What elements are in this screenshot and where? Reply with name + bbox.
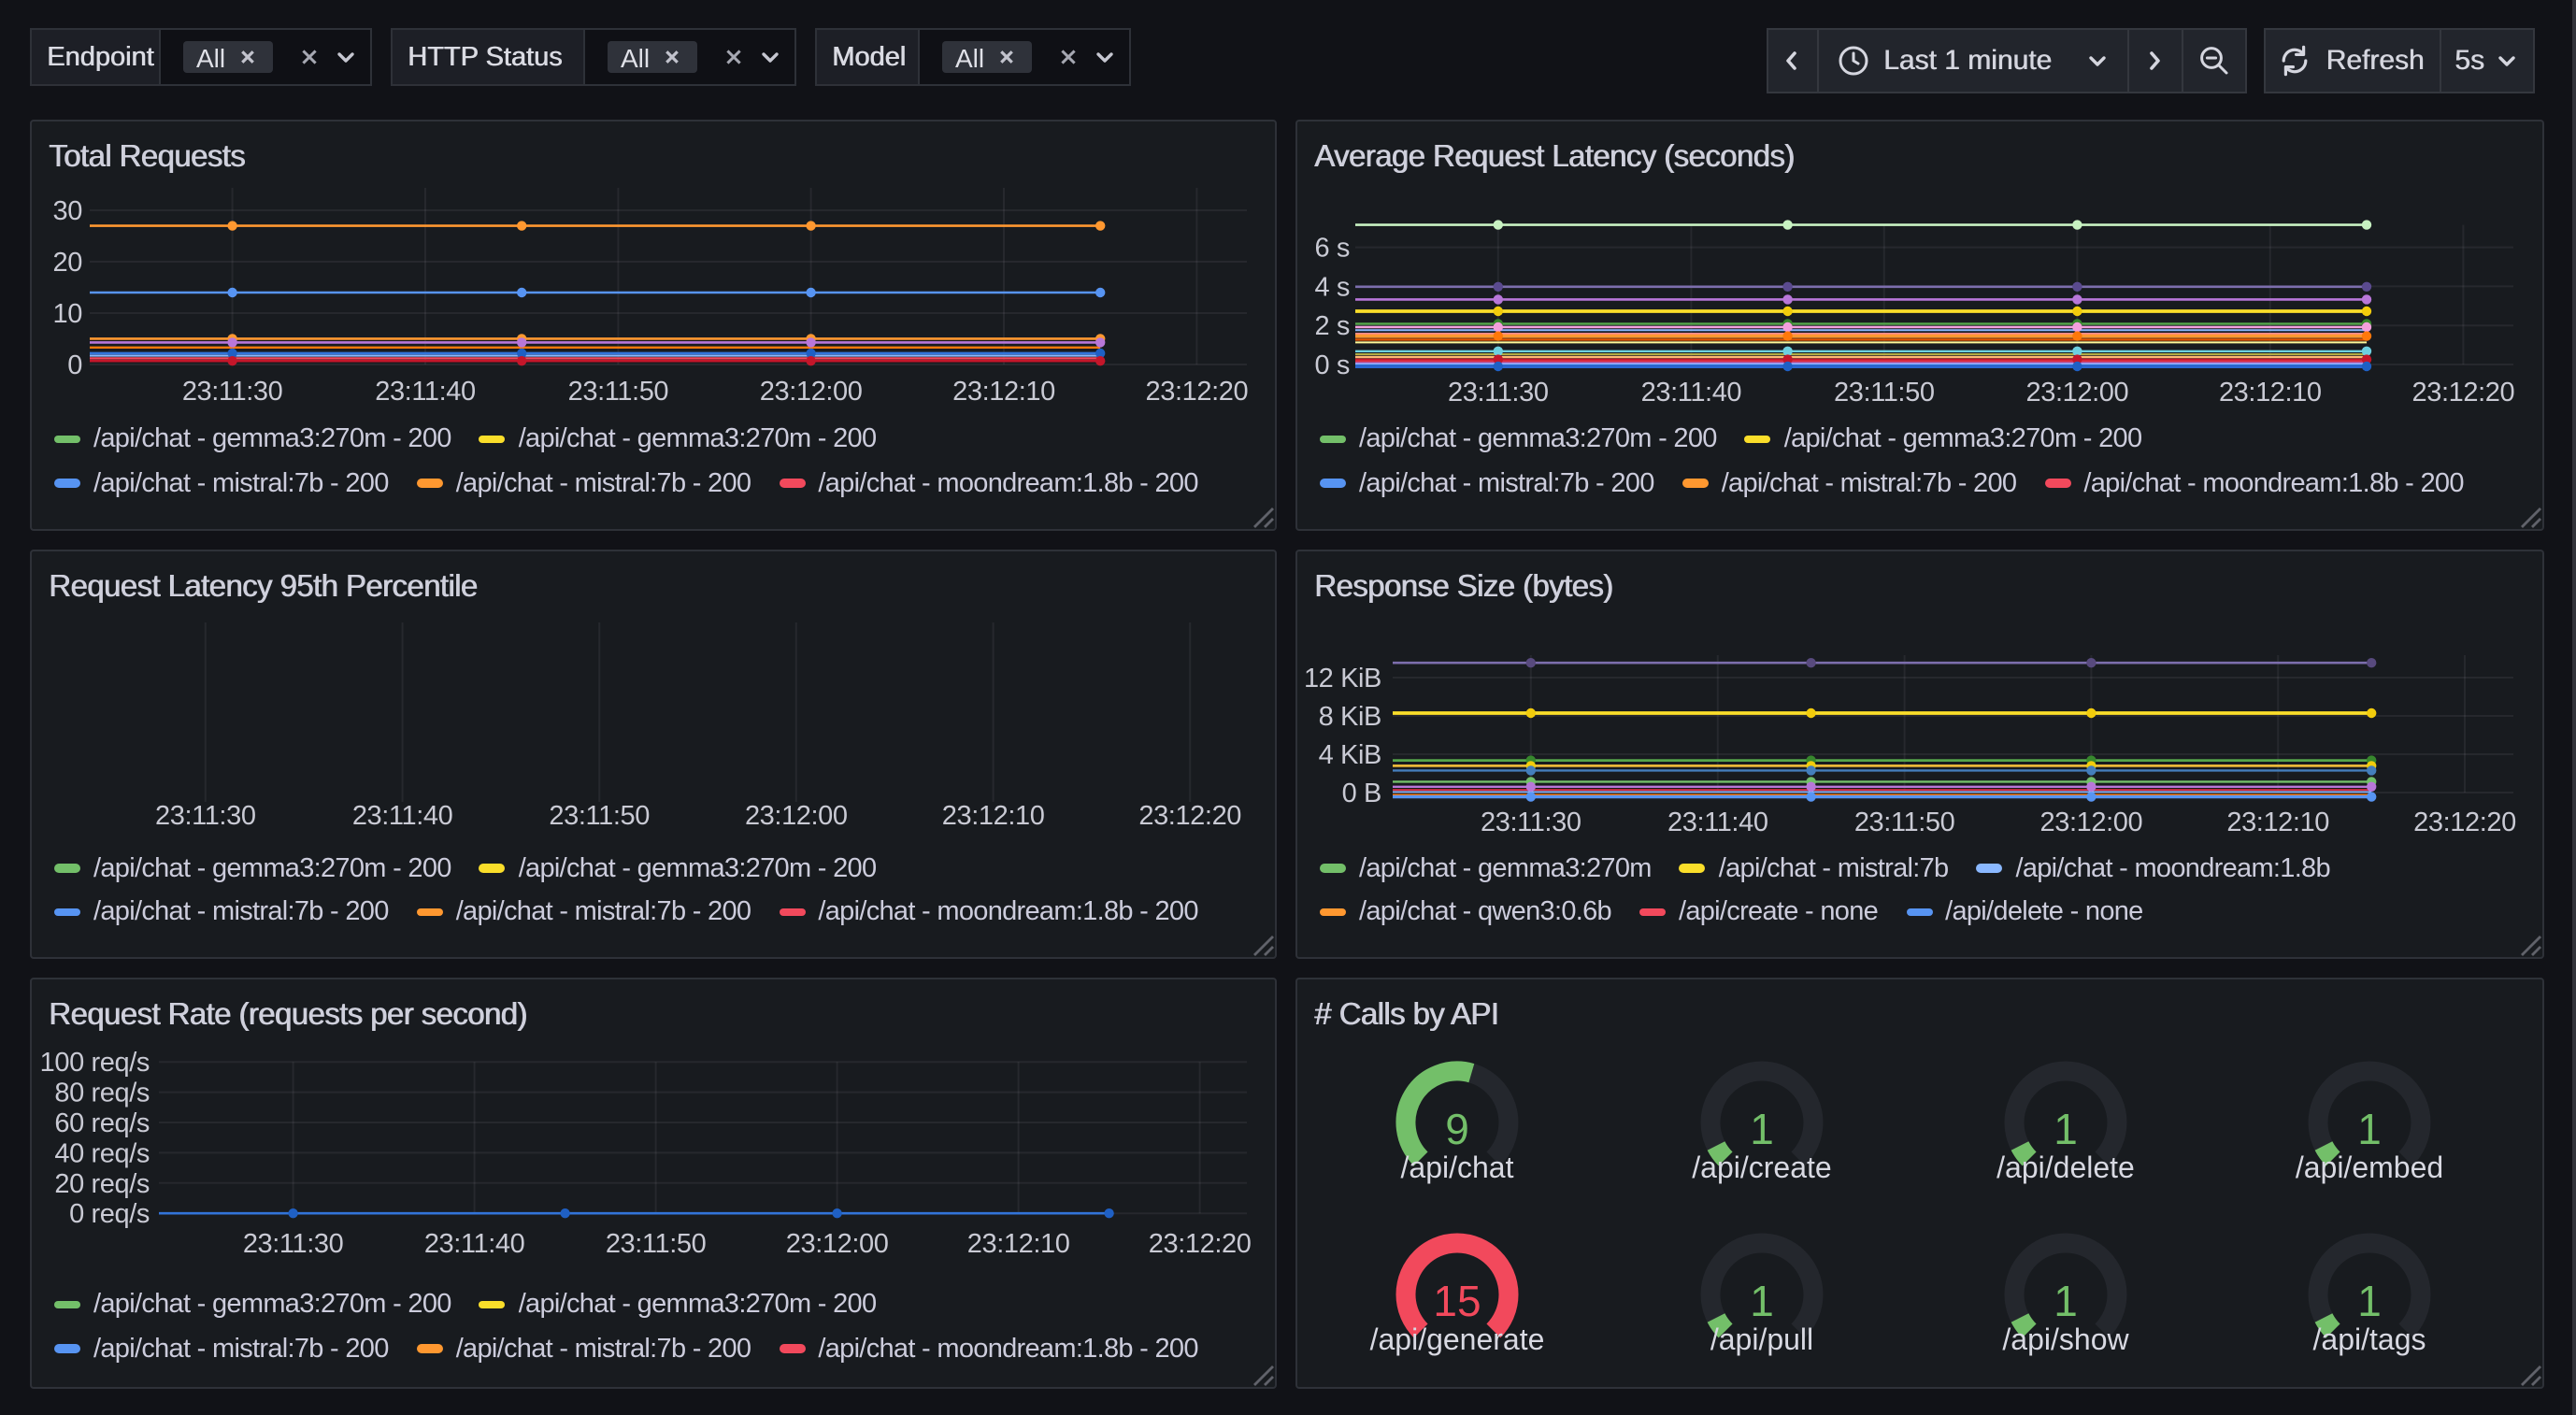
svg-text:23:11:50: 23:11:50 <box>606 1229 707 1259</box>
svg-text:23:12:10: 23:12:10 <box>967 1229 1070 1259</box>
svg-text:1: 1 <box>2357 1277 2382 1325</box>
svg-text:23:11:30: 23:11:30 <box>155 800 256 830</box>
svg-text:23:12:00: 23:12:00 <box>745 800 848 830</box>
svg-text:23:11:50: 23:11:50 <box>1854 807 1955 836</box>
svg-text:4 s: 4 s <box>1315 272 1351 302</box>
svg-text:1: 1 <box>2357 1105 2382 1153</box>
svg-text:23:11:40: 23:11:40 <box>1667 807 1768 836</box>
svg-text:23:11:30: 23:11:30 <box>182 377 283 407</box>
svg-text:23:12:10: 23:12:10 <box>2226 807 2329 836</box>
svg-text:12 KiB: 12 KiB <box>1304 663 1381 693</box>
svg-text:0 req/s: 0 req/s <box>69 1199 150 1229</box>
svg-text:/api/chat: /api/chat <box>1401 1151 1514 1184</box>
svg-text:100 req/s: 100 req/s <box>40 1048 150 1078</box>
svg-text:23:11:30: 23:11:30 <box>243 1229 344 1259</box>
svg-text:80 req/s: 80 req/s <box>54 1079 150 1108</box>
svg-text:23:11:30: 23:11:30 <box>1481 807 1581 836</box>
svg-text:23:12:20: 23:12:20 <box>1149 1229 1252 1259</box>
svg-text:8 KiB: 8 KiB <box>1319 701 1381 731</box>
svg-text:1: 1 <box>2054 1105 2078 1153</box>
svg-text:/api/tags: /api/tags <box>2313 1322 2426 1356</box>
svg-text:23:12:10: 23:12:10 <box>942 800 1045 830</box>
svg-text:/api/embed: /api/embed <box>2296 1151 2443 1184</box>
svg-text:15: 15 <box>1433 1277 1481 1325</box>
svg-text:40 req/s: 40 req/s <box>54 1138 150 1168</box>
svg-text:1: 1 <box>1750 1277 1774 1325</box>
svg-text:/api/pull: /api/pull <box>1710 1322 1813 1356</box>
svg-text:9: 9 <box>1445 1105 1469 1153</box>
svg-text:23:12:20: 23:12:20 <box>2412 378 2515 407</box>
svg-text:/api/show: /api/show <box>2002 1322 2129 1356</box>
svg-text:23:12:00: 23:12:00 <box>2040 807 2143 836</box>
svg-text:23:12:20: 23:12:20 <box>2413 807 2516 836</box>
svg-text:23:11:50: 23:11:50 <box>549 800 650 830</box>
svg-text:23:12:00: 23:12:00 <box>2026 378 2129 407</box>
svg-text:/api/create: /api/create <box>1692 1151 1831 1184</box>
svg-text:23:12:10: 23:12:10 <box>2219 378 2322 407</box>
svg-text:4 KiB: 4 KiB <box>1319 739 1381 769</box>
svg-text:6 s: 6 s <box>1315 234 1351 264</box>
svg-text:20 req/s: 20 req/s <box>54 1169 150 1199</box>
svg-text:60 req/s: 60 req/s <box>54 1108 150 1138</box>
svg-text:/api/generate: /api/generate <box>1370 1322 1545 1356</box>
svg-text:1: 1 <box>1750 1105 1774 1153</box>
svg-text:23:11:40: 23:11:40 <box>424 1229 525 1259</box>
svg-text:2 s: 2 s <box>1315 311 1351 341</box>
svg-text:30: 30 <box>53 196 82 226</box>
svg-text:/api/delete: /api/delete <box>1996 1151 2135 1184</box>
svg-text:23:12:10: 23:12:10 <box>952 377 1055 407</box>
svg-text:23:11:30: 23:11:30 <box>1448 378 1549 407</box>
svg-text:0 s: 0 s <box>1315 350 1351 380</box>
svg-text:23:12:20: 23:12:20 <box>1138 800 1241 830</box>
svg-text:0: 0 <box>67 350 82 380</box>
svg-text:23:12:00: 23:12:00 <box>786 1229 889 1259</box>
svg-text:20: 20 <box>53 248 82 278</box>
svg-text:23:12:00: 23:12:00 <box>760 377 863 407</box>
svg-text:23:11:50: 23:11:50 <box>1834 378 1935 407</box>
svg-text:23:11:40: 23:11:40 <box>352 800 453 830</box>
svg-text:10: 10 <box>53 299 82 329</box>
svg-text:23:11:40: 23:11:40 <box>375 377 476 407</box>
svg-text:0 B: 0 B <box>1342 778 1381 808</box>
svg-text:23:11:50: 23:11:50 <box>568 377 669 407</box>
svg-text:23:12:20: 23:12:20 <box>1146 377 1249 407</box>
svg-text:23:11:40: 23:11:40 <box>1641 378 1742 407</box>
svg-text:1: 1 <box>2054 1277 2078 1325</box>
